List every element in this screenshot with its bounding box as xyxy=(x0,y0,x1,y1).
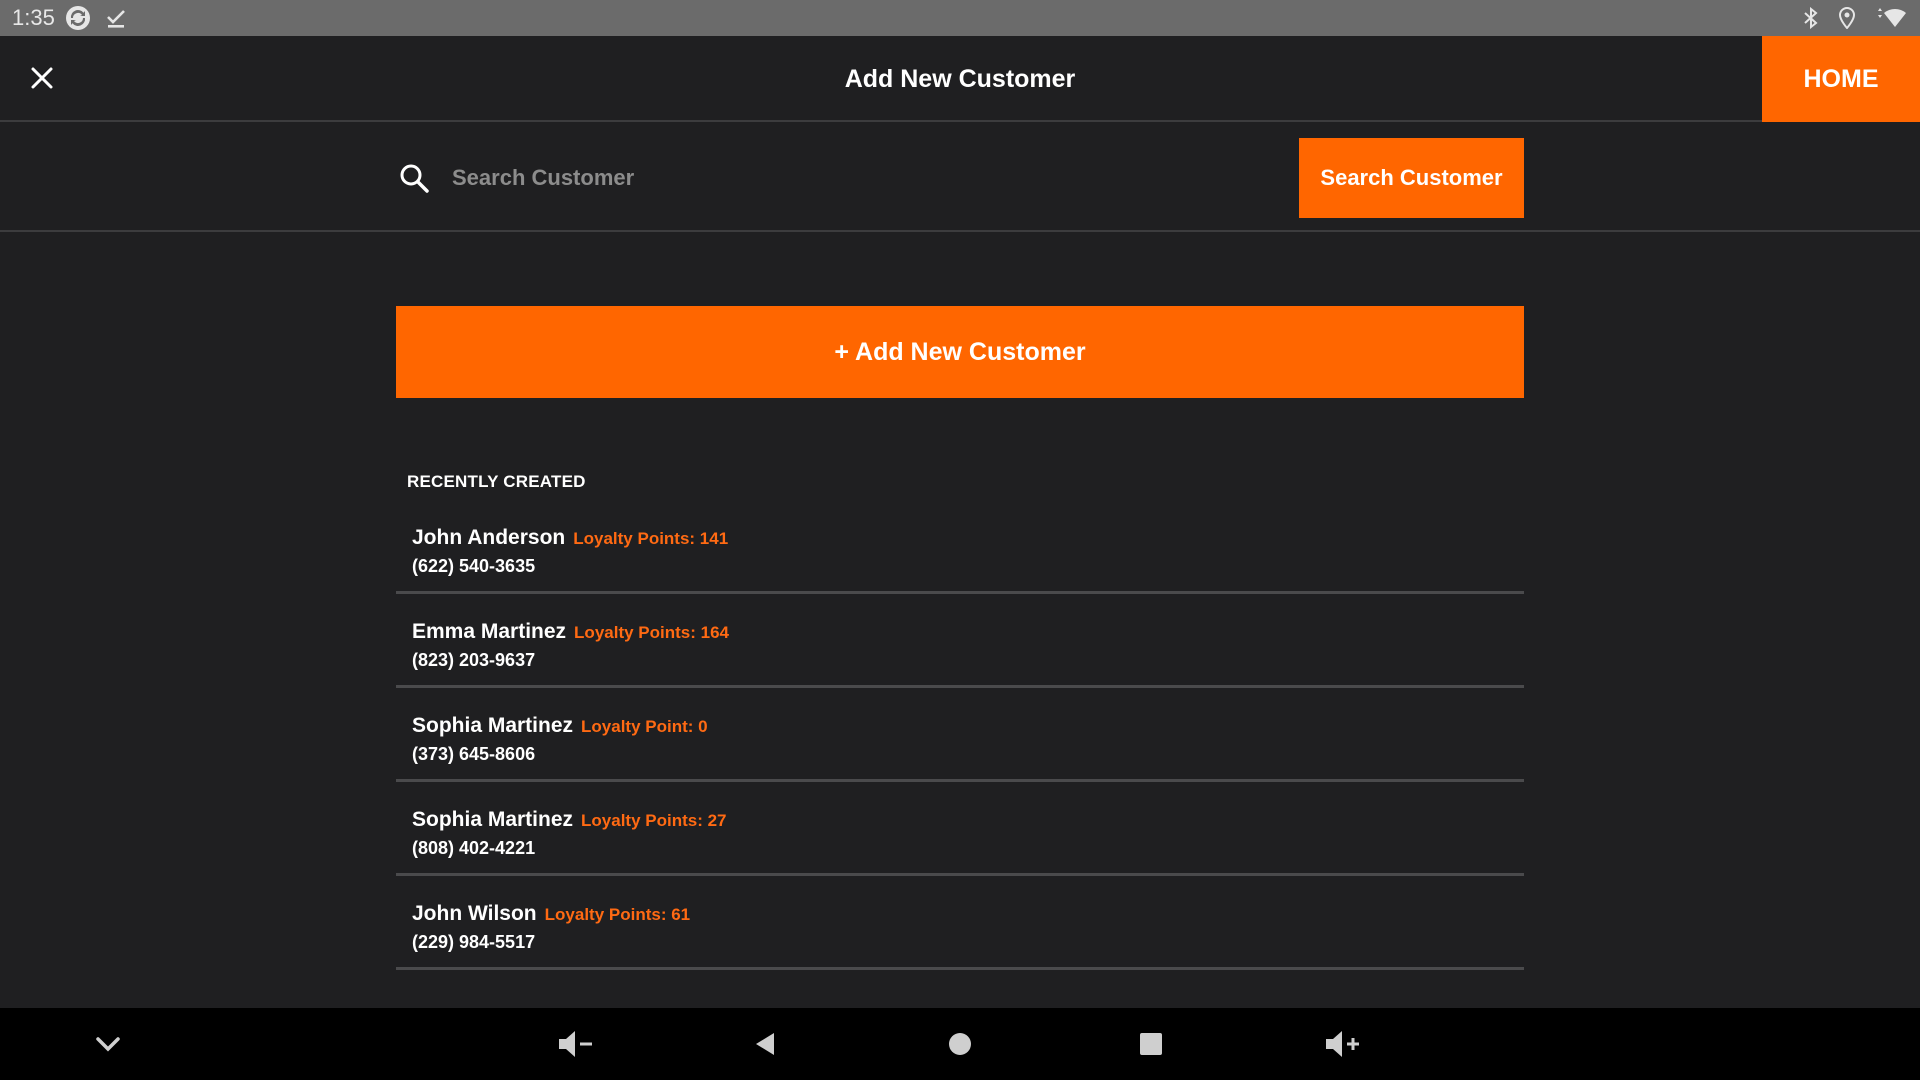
close-icon xyxy=(31,67,53,89)
add-new-customer-button[interactable]: + Add New Customer xyxy=(396,306,1524,398)
home-button[interactable]: HOME xyxy=(1762,36,1920,122)
loyalty-points: Loyalty Point: 0 xyxy=(581,717,708,736)
customer-phone: (808) 402-4221 xyxy=(412,838,536,858)
customer-phone: (823) 203-9637 xyxy=(412,650,536,670)
search-input[interactable] xyxy=(450,148,1250,208)
customer-phone: (229) 984-5517 xyxy=(412,932,536,952)
app-bar: Add New Customer HOME xyxy=(0,36,1920,122)
download-done-icon xyxy=(105,7,127,29)
volume-down-icon[interactable] xyxy=(554,1022,598,1066)
customer-row[interactable]: John Wilson Loyalty Points: 61 (229) 984… xyxy=(396,876,1524,970)
status-time: 1:35 xyxy=(12,5,55,30)
customer-name: John Anderson xyxy=(412,526,566,549)
recently-created-heading: RECENTLY CREATED xyxy=(407,472,586,491)
page-title: Add New Customer xyxy=(844,64,1076,93)
home-nav-icon[interactable] xyxy=(938,1022,982,1066)
customer-name: Emma Martinez xyxy=(412,620,567,643)
location-icon xyxy=(1838,7,1856,29)
loyalty-points: Loyalty Points: 164 xyxy=(574,623,729,642)
wifi-icon xyxy=(1874,7,1908,29)
status-right-icons xyxy=(1784,7,1908,29)
navigation-bar xyxy=(0,1008,1920,1080)
customer-phone: (373) 645-8606 xyxy=(412,744,536,764)
customer-name: John Wilson xyxy=(412,902,537,925)
bluetooth-icon xyxy=(1802,7,1820,29)
customer-list: John Anderson Loyalty Points: 141 (622) … xyxy=(396,500,1524,970)
customer-phone: (622) 540-3635 xyxy=(412,556,536,576)
volume-up-icon[interactable] xyxy=(1321,1022,1365,1066)
loyalty-points: Loyalty Points: 61 xyxy=(544,905,691,924)
customer-name: Sophia Martinez xyxy=(412,714,574,737)
sync-icon xyxy=(65,5,91,31)
customer-row[interactable]: John Anderson Loyalty Points: 141 (622) … xyxy=(396,500,1524,594)
customer-row[interactable]: Sophia Martinez Loyalty Points: 27 (808)… xyxy=(396,782,1524,876)
chevron-down-icon[interactable] xyxy=(86,1022,130,1066)
recents-icon[interactable] xyxy=(1129,1022,1173,1066)
back-icon[interactable] xyxy=(744,1022,788,1066)
customer-name: Sophia Martinez xyxy=(412,808,574,831)
customer-row[interactable]: Sophia Martinez Loyalty Point: 0 (373) 6… xyxy=(396,688,1524,782)
search-customer-button[interactable]: Search Customer xyxy=(1299,138,1524,218)
loyalty-points: Loyalty Points: 27 xyxy=(581,811,727,830)
close-button[interactable] xyxy=(22,58,62,98)
status-bar: 1:35 xyxy=(0,0,1920,36)
loyalty-points: Loyalty Points: 141 xyxy=(573,529,729,548)
search-icon xyxy=(398,162,430,194)
customer-row[interactable]: Emma Martinez Loyalty Points: 164 (823) … xyxy=(396,594,1524,688)
search-bar: Search Customer xyxy=(0,124,1920,232)
